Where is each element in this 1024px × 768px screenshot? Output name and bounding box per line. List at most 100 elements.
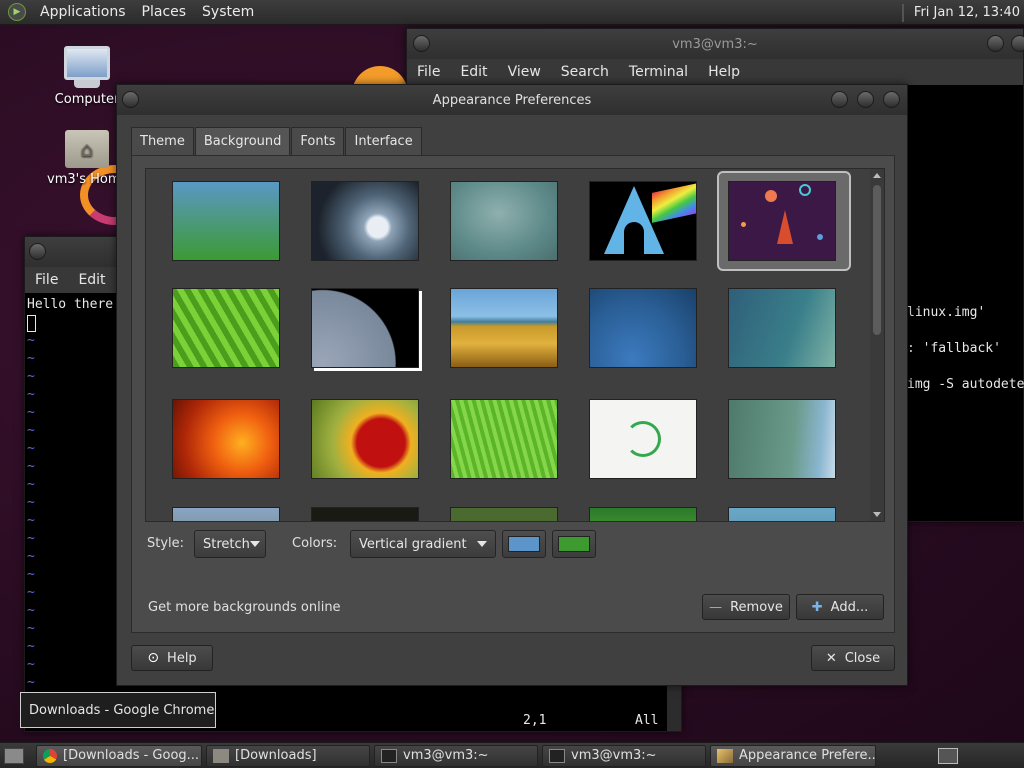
- wallpaper-thumbnail-selected[interactable]: [728, 181, 836, 261]
- wallpaper-thumbnail[interactable]: [589, 181, 697, 261]
- menubar: File Edit View Search Terminal Help: [407, 59, 1023, 85]
- wallpaper-thumbnail[interactable]: [589, 399, 697, 479]
- wallpaper-thumbnail[interactable]: [728, 288, 836, 368]
- window-title: vm3@vm3:~: [672, 36, 758, 52]
- menu-places[interactable]: Places: [134, 4, 195, 20]
- computer-icon: [64, 46, 110, 80]
- style-dropdown[interactable]: Stretch: [194, 530, 266, 558]
- window-menu-button[interactable]: [413, 35, 430, 52]
- titlebar[interactable]: Appearance Preferences: [117, 85, 907, 115]
- tab-theme[interactable]: Theme: [131, 127, 194, 155]
- colors-label: Colors:: [292, 536, 338, 551]
- window-title: Appearance Preferences: [432, 92, 592, 108]
- plus-icon: ✚: [811, 599, 823, 615]
- minimize-button[interactable]: [987, 35, 1004, 52]
- clock[interactable]: Fri Jan 12, 13:40: [914, 5, 1024, 20]
- menu-edit[interactable]: Edit: [450, 64, 497, 80]
- terminal-line: linux.img': [907, 305, 986, 320]
- chevron-down-icon: [477, 541, 487, 547]
- menu-terminal[interactable]: Terminal: [619, 64, 698, 80]
- desktop-icon-label: vm3's Home: [47, 172, 127, 187]
- wallpaper-thumbnail[interactable]: [589, 507, 697, 521]
- menu-applications[interactable]: Applications: [32, 4, 134, 20]
- wallpaper-thumbnail[interactable]: [172, 288, 280, 368]
- scroll-down-icon[interactable]: [873, 512, 881, 517]
- taskbar-item-terminal[interactable]: vm3@vm3:~: [374, 744, 538, 767]
- help-button[interactable]: ⊙ Help: [131, 645, 213, 671]
- desktop-icon-computer[interactable]: Computer: [47, 46, 127, 107]
- minus-icon: —: [709, 599, 723, 615]
- panel-separator: [901, 3, 904, 22]
- menu-file[interactable]: File: [407, 64, 450, 80]
- editor-line: Hello there: [27, 297, 114, 312]
- cursor-position: 2,1: [523, 713, 547, 728]
- taskbar-item-terminal[interactable]: vm3@vm3:~: [542, 744, 706, 767]
- wallpaper-thumbnail[interactable]: [311, 399, 419, 479]
- tab-interface[interactable]: Interface: [345, 127, 422, 155]
- terminal-line: img -S autodete: [907, 377, 1024, 392]
- secondary-color-button[interactable]: [552, 530, 596, 558]
- workspace-switcher-icon[interactable]: [938, 747, 958, 764]
- remove-button[interactable]: — Remove: [702, 594, 790, 620]
- tab-background[interactable]: Background: [194, 127, 291, 155]
- appearance-icon: [717, 748, 733, 763]
- menu-file[interactable]: File: [25, 272, 68, 288]
- distro-logo-icon[interactable]: ▶: [8, 3, 26, 21]
- color-swatch: [508, 536, 540, 552]
- more-backgrounds-link[interactable]: Get more backgrounds online: [148, 600, 341, 615]
- wallpaper-thumbnail[interactable]: [450, 181, 558, 261]
- scroll-up-icon[interactable]: [873, 173, 881, 178]
- cursor: [27, 315, 36, 332]
- desktop-icon-home[interactable]: ⌂ vm3's Home: [47, 130, 127, 187]
- grid-scrollbar[interactable]: [870, 169, 884, 521]
- wallpaper-thumbnail[interactable]: [728, 507, 836, 521]
- tab-bar: Theme Background Fonts Interface: [131, 127, 423, 155]
- wallpaper-thumbnail[interactable]: [172, 507, 280, 521]
- primary-color-button[interactable]: [502, 530, 546, 558]
- desktop-icon-label: Computer: [54, 92, 120, 107]
- wallpaper-thumbnail[interactable]: [450, 399, 558, 479]
- scroll-position: All: [635, 713, 659, 728]
- close-window-button[interactable]: [883, 91, 900, 108]
- folder-icon: [213, 748, 229, 763]
- wallpaper-thumbnail[interactable]: [311, 181, 419, 261]
- taskbar-item-appearance[interactable]: Appearance Prefere...: [710, 744, 876, 767]
- window-menu-button[interactable]: [29, 243, 46, 260]
- terminal-line: : 'fallback': [907, 341, 1001, 356]
- taskbar-item-chrome[interactable]: [Downloads - Goog...: [36, 744, 202, 767]
- tab-fonts[interactable]: Fonts: [291, 127, 345, 155]
- menu-search[interactable]: Search: [551, 64, 619, 80]
- close-button[interactable]: ✕ Close: [811, 645, 895, 671]
- chrome-icon: [43, 748, 57, 763]
- terminal-icon: [549, 748, 565, 763]
- wallpaper-thumbnail[interactable]: [589, 288, 697, 368]
- maximize-button[interactable]: [1011, 35, 1024, 52]
- wallpaper-thumbnail[interactable]: [450, 288, 558, 368]
- window-menu-button[interactable]: [122, 91, 139, 108]
- bottom-taskbar: [Downloads - Goog... [Downloads] vm3@vm3…: [0, 742, 1024, 768]
- menu-system[interactable]: System: [194, 4, 262, 20]
- help-icon: ⊙: [147, 650, 160, 666]
- taskbar-item-downloads[interactable]: [Downloads]: [206, 744, 370, 767]
- style-label: Style:: [147, 536, 185, 551]
- menu-help[interactable]: Help: [698, 64, 750, 80]
- wallpaper-thumbnail[interactable]: [311, 507, 419, 521]
- titlebar[interactable]: vm3@vm3:~: [407, 29, 1024, 59]
- wallpaper-thumbnail[interactable]: [728, 399, 836, 479]
- scrollbar-thumb[interactable]: [873, 185, 881, 335]
- close-icon: ✕: [825, 650, 837, 666]
- wallpaper-thumbnail[interactable]: [172, 399, 280, 479]
- colors-dropdown[interactable]: Vertical gradient: [350, 530, 496, 558]
- tooltip: Downloads - Google Chrome: [20, 692, 216, 728]
- wallpaper-thumbnail[interactable]: [311, 288, 419, 368]
- menu-edit[interactable]: Edit: [68, 272, 115, 288]
- appearance-preferences-dialog[interactable]: Appearance Preferences Theme Background …: [116, 84, 908, 686]
- wallpaper-thumbnail[interactable]: [450, 507, 558, 521]
- show-desktop-icon[interactable]: [4, 747, 24, 764]
- wallpaper-grid[interactable]: [145, 168, 885, 522]
- maximize-button[interactable]: [857, 91, 874, 108]
- wallpaper-thumbnail[interactable]: [172, 181, 280, 261]
- minimize-button[interactable]: [831, 91, 848, 108]
- menu-view[interactable]: View: [498, 64, 551, 80]
- add-button[interactable]: ✚ Add...: [796, 594, 884, 620]
